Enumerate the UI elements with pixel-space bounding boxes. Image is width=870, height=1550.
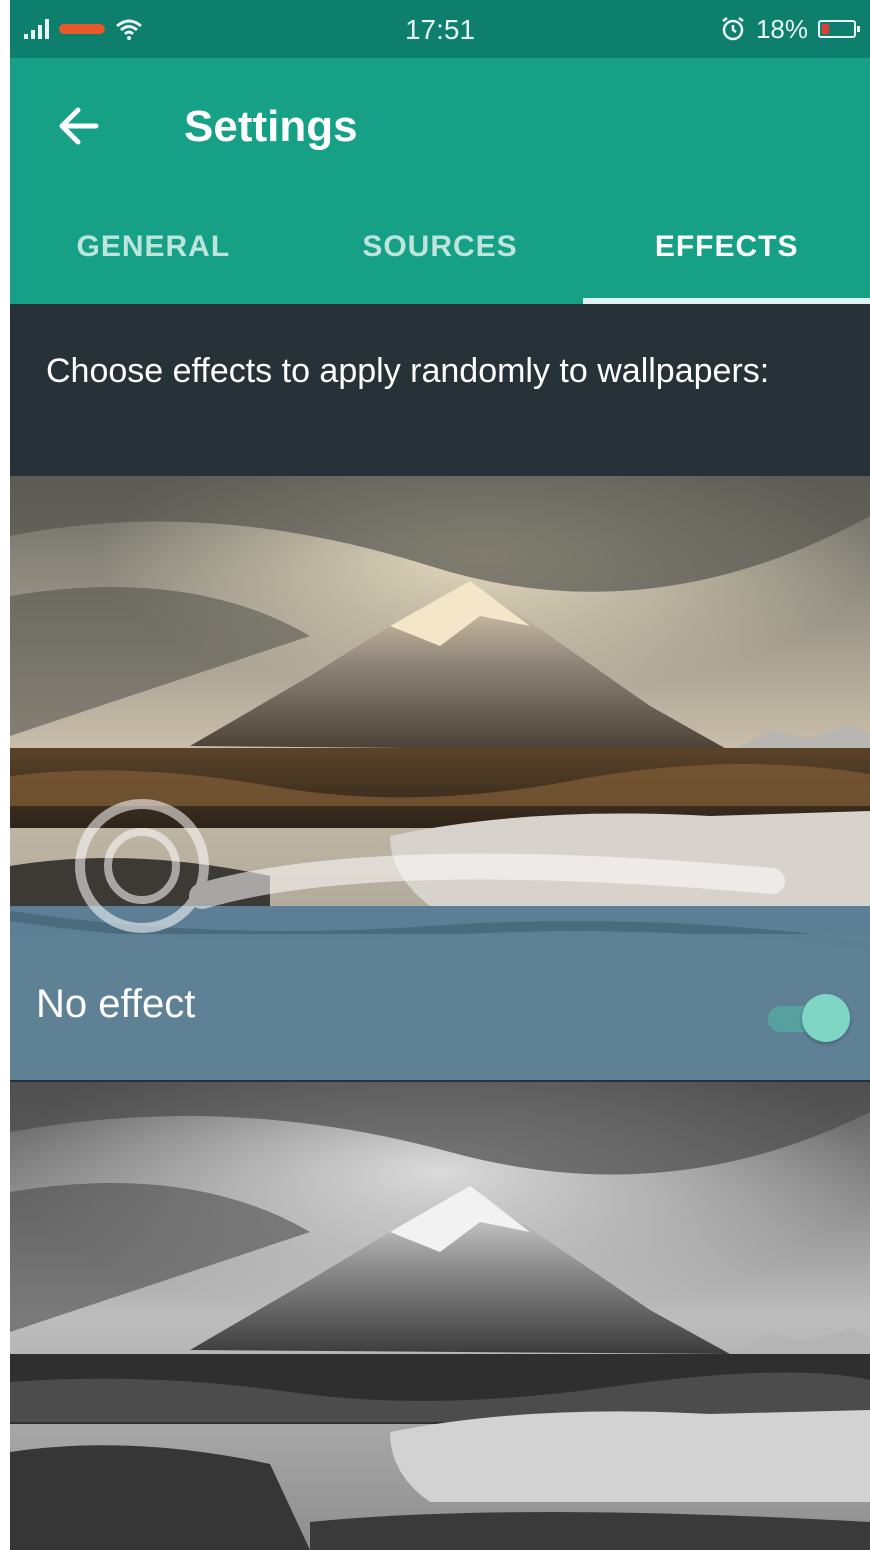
back-arrow-icon[interactable] [50, 98, 106, 154]
status-right: 18% [720, 13, 860, 44]
effect-label: No effect [36, 982, 196, 1026]
intro-section: Choose effects to apply randomly to wall… [10, 304, 870, 474]
effect-footer: No effect [10, 934, 870, 1080]
intro-text: Choose effects to apply randomly to wall… [46, 352, 770, 390]
effect-card-no-effect[interactable]: No effect [10, 476, 870, 1080]
tab-sources[interactable]: SOURCES [297, 218, 584, 304]
effect-toggle-switch[interactable] [764, 992, 854, 1044]
battery-icon [818, 20, 860, 38]
tab-bar: GENERAL SOURCES EFFECTS [10, 218, 870, 304]
status-bar: 17:51 18% [10, 0, 870, 58]
tab-sources-label: SOURCES [362, 230, 518, 263]
page-title: Settings [184, 102, 358, 151]
battery-percent: 18% [755, 13, 808, 44]
phone-screen: 17:51 18% Settings GENERAL SOURCES EFFEC… [10, 0, 870, 1550]
mountain-image-grayscale [10, 1082, 870, 1550]
tab-general[interactable]: GENERAL [10, 218, 297, 304]
effect-card-grayscale[interactable] [10, 1082, 870, 1550]
tab-effects[interactable]: EFFECTS [583, 218, 870, 304]
tab-effects-label: EFFECTS [654, 230, 799, 263]
alarm-icon [722, 17, 744, 41]
tab-general-label: GENERAL [76, 230, 231, 263]
app-bar: Settings GENERAL SOURCES EFFECTS [10, 58, 870, 304]
switch-thumb [802, 994, 850, 1042]
